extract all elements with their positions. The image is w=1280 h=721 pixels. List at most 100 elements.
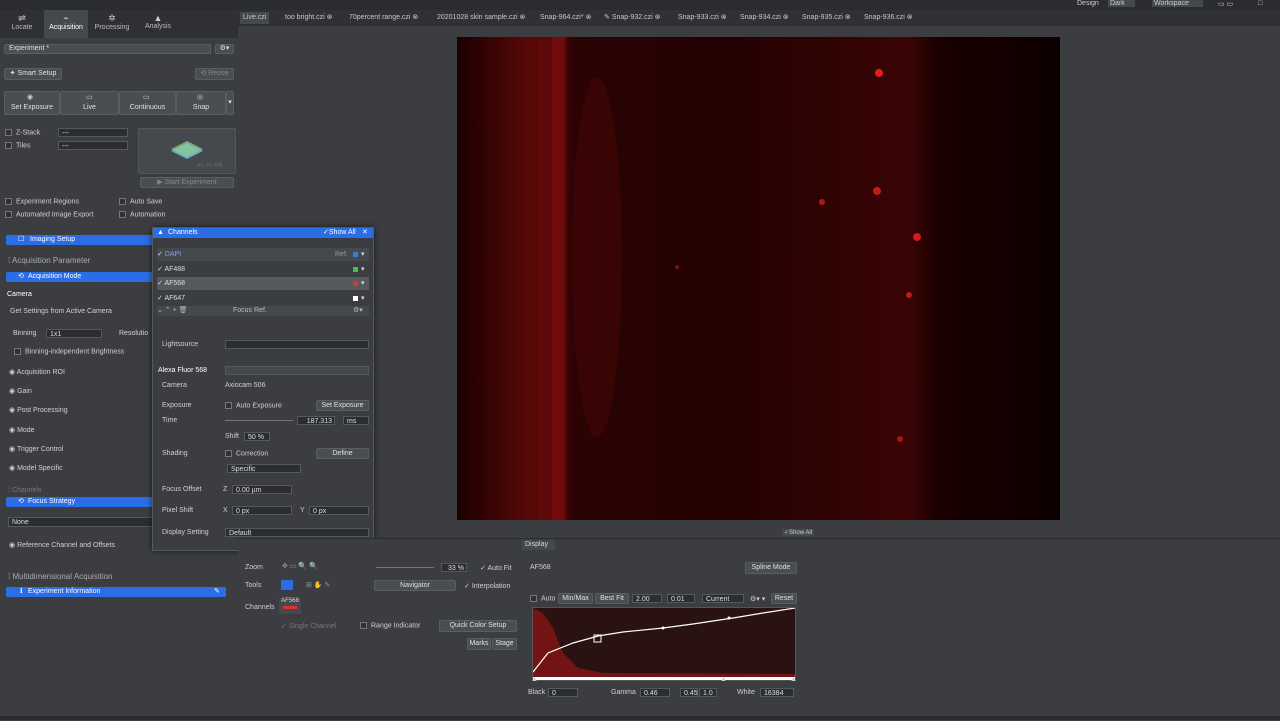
navigator-button[interactable]: Navigator (374, 580, 456, 591)
gamma-handle-icon[interactable]: ▲ (720, 676, 727, 683)
design-dropdown[interactable]: Dark (1108, 0, 1135, 7)
channel-color-swatch[interactable] (353, 267, 358, 272)
show-all-checkbox[interactable]: ✓Show All (323, 228, 356, 238)
white-input[interactable]: 16384 (760, 688, 794, 697)
workspace-dropdown[interactable]: Workspace (1152, 0, 1203, 7)
display-tab[interactable]: Display (522, 540, 555, 550)
model-specific-section[interactable]: ◉ Model Specific (9, 464, 63, 472)
smart-setup-button[interactable]: ✦ Smart Setup (4, 68, 62, 80)
channel-row[interactable]: ✓ AF488 ▾ (157, 263, 369, 276)
marks-button[interactable]: Marks (467, 638, 491, 650)
zoom-tools-icon[interactable]: ✥ ▭ 🔍 🔍 (282, 562, 318, 570)
channel-row[interactable]: ✓ AF647 ▾ (157, 292, 369, 305)
mode-section[interactable]: ◉ Mode (9, 426, 35, 434)
file-tab[interactable]: Snap-964.czi* ⊗ (540, 12, 591, 24)
zoom-slider[interactable] (376, 567, 434, 568)
trigger-control-section[interactable]: ◉ Trigger Control (9, 445, 63, 453)
chevron-down-icon[interactable]: ▾ (361, 263, 365, 276)
tiles-checkbox[interactable]: Tiles (5, 142, 31, 149)
file-tab[interactable]: 70percent range.czi ⊗ (349, 12, 418, 24)
single-channel-checkbox[interactable]: ✓ Single Channel (281, 622, 336, 630)
shift-input[interactable]: 50 % (244, 432, 270, 441)
display-setting-select[interactable]: Default (225, 528, 369, 537)
reuse-button[interactable]: ⟲ Reuse (195, 68, 234, 80)
lightsource-select[interactable] (225, 340, 369, 349)
tab-processing[interactable]: ✲ Processing (90, 10, 134, 38)
tools-icons[interactable]: ⊞ ✋ ✎ (306, 581, 330, 589)
imaging-setup-bar[interactable]: Imaging Setup (6, 235, 156, 245)
file-tab[interactable]: ✎ Snap-932.czi ⊗ (604, 12, 660, 24)
gear-icon[interactable]: ⚙▾ (353, 306, 363, 316)
time-slider[interactable] (225, 420, 293, 421)
pointer-tool-icon[interactable] (281, 580, 293, 590)
best-fit-button[interactable]: Best Fit (595, 593, 629, 604)
experiment-regions-checkbox[interactable]: Experiment Regions (5, 198, 79, 205)
focus-strategy-select[interactable]: None (8, 517, 154, 527)
zoom-input[interactable]: 33 % (441, 563, 467, 572)
tab-acquisition[interactable]: ⌁ Acquisition (44, 10, 88, 38)
experiment-gear-icon[interactable]: ⚙▾ (215, 44, 234, 54)
close-icon[interactable]: ✕ (362, 228, 368, 238)
time-unit-select[interactable]: ms (343, 416, 369, 425)
get-settings-link[interactable]: Get Settings from Active Camera (10, 308, 112, 315)
quick-color-setup-button[interactable]: Quick Color Setup (439, 620, 517, 632)
experiment-select[interactable]: Experiment * (4, 44, 211, 54)
chevron-down-icon[interactable]: ▾ (361, 277, 365, 290)
gain-section[interactable]: ◉ Gain (9, 387, 32, 395)
set-exposure-panel-button[interactable]: Set Exposure (316, 400, 369, 411)
maximize-icon[interactable]: □ (1258, 0, 1262, 7)
focus-ref-button[interactable]: Focus Ref. (233, 306, 267, 316)
file-tab[interactable]: Snap-933.czi ⊗ (678, 12, 727, 24)
shading-mode-select[interactable]: Specific (227, 464, 301, 473)
focus-strategy-bar[interactable]: Focus Strategy (6, 497, 156, 507)
reference-channel-section[interactable]: ◉ Reference Channel and Offsets (9, 541, 115, 549)
gamma-preset-b[interactable]: 1.0 (699, 688, 717, 697)
snap-dropdown-icon[interactable]: ▾ (226, 91, 234, 115)
spline-mode-button[interactable]: Spline Mode (745, 562, 797, 574)
auto-exposure-checkbox[interactable]: Auto Exposure (225, 402, 282, 409)
chevron-down-icon[interactable]: ▾ (361, 248, 365, 261)
channel-tools-icon[interactable]: ⌄ ⌃ + 🗑 (157, 307, 188, 314)
pixel-shift-y-input[interactable]: 0 px (309, 506, 369, 515)
channel-row-selected[interactable]: ✓ AF568 ▾ (157, 277, 369, 290)
show-all-toggle[interactable]: ✓Show All (782, 529, 815, 536)
edit-icon[interactable]: ✎ (214, 587, 220, 595)
channels-panel-header[interactable]: ▲ Channels ✓Show All ✕ (153, 228, 373, 238)
file-tab[interactable]: Live.czi (240, 12, 270, 24)
best-fit-value-2[interactable]: 0.01 (667, 594, 695, 603)
channel-color-swatch[interactable] (353, 281, 358, 286)
stage-button[interactable]: Stage (492, 638, 517, 650)
experiment-info-bar[interactable]: Experiment Information (6, 587, 226, 597)
acquisition-roi-section[interactable]: ◉ Acquisition ROI (9, 368, 65, 376)
channel-color-swatch[interactable] (353, 296, 358, 301)
zstack-checkbox[interactable]: Z-Stack (5, 129, 40, 136)
time-input[interactable]: 187.313 (297, 416, 335, 425)
file-tab[interactable]: too bright.czi ⊗ (285, 12, 333, 24)
channels-section[interactable]: ⁞ Channels (8, 487, 41, 494)
post-processing-section[interactable]: ◉ Post Processing (9, 406, 68, 414)
gamma-preset-a[interactable]: 0.45 (680, 688, 698, 697)
file-tab[interactable]: Snap-934.czi ⊗ (740, 12, 789, 24)
interpolation-checkbox[interactable]: ✓ Interpolation (464, 582, 510, 590)
file-tab[interactable]: Snap-935.czi ⊗ (802, 12, 851, 24)
channel-chip[interactable]: AF568 (279, 598, 301, 614)
current-select[interactable]: Current (702, 594, 744, 603)
binning-brightness-checkbox[interactable]: Binning-independent Brightness (14, 348, 124, 355)
automated-export-checkbox[interactable]: Automated Image Export (5, 211, 93, 218)
channel-color-swatch[interactable] (353, 252, 358, 257)
pixel-shift-x-input[interactable]: 0 px (232, 506, 292, 515)
black-input[interactable]: 0 (548, 688, 578, 697)
best-fit-value-1[interactable]: 2.00 (632, 594, 662, 603)
acquisition-mode-bar[interactable]: Acquisition Mode (6, 272, 156, 282)
histogram[interactable] (532, 607, 796, 681)
microscope-image[interactable] (457, 37, 1060, 520)
automation-checkbox[interactable]: Automation (119, 211, 165, 218)
correction-checkbox[interactable]: Correction (225, 450, 268, 457)
layout-icon[interactable]: ▭ ▭ (1218, 0, 1233, 8)
chevron-down-icon[interactable]: ▾ (361, 292, 365, 305)
auto-fit-checkbox[interactable]: ✓ Auto Fit (480, 564, 512, 572)
minmax-button[interactable]: Min/Max (558, 593, 593, 604)
channel-row[interactable]: ✓ DAPI Ref. ▾ (157, 248, 369, 261)
range-indicator-checkbox[interactable]: Range Indicator (360, 622, 420, 629)
gamma-input[interactable]: 0.46 (640, 688, 670, 697)
